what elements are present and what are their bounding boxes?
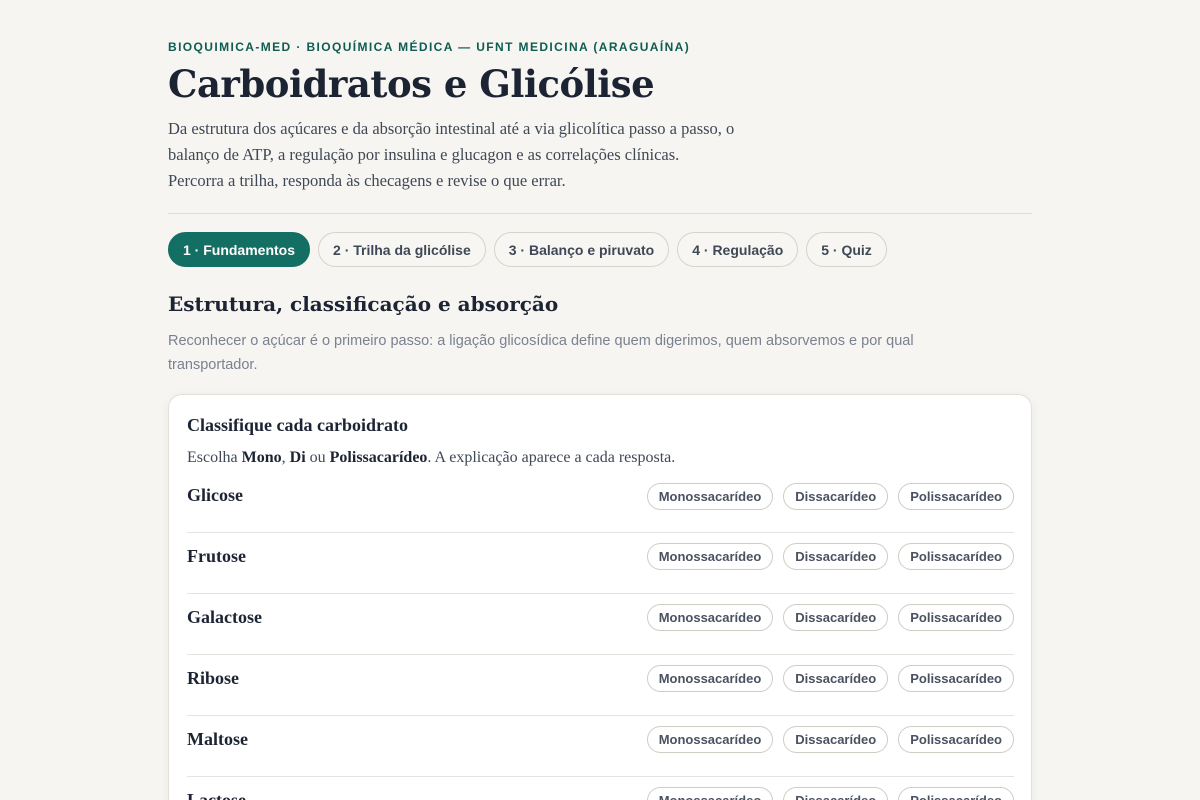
instruction-sep: , xyxy=(281,449,290,466)
polissacarideo-button[interactable]: Polissacarídeo xyxy=(898,665,1014,692)
carbohydrate-row: Lactose Monossacarídeo Dissacarídeo Polissa… xyxy=(187,777,1014,800)
carbohydrate-name: Glicose xyxy=(187,485,243,505)
course-eyebrow: BIOQUIMICA-MED · BIOQUÍMICA MÉDICA — UFN… xyxy=(168,40,691,54)
classification-card: Classifique cada carboidrato Escolha Mon… xyxy=(168,394,1032,800)
monossacarideo-button[interactable]: Monossacarídeo xyxy=(646,726,774,753)
carbohydrate-row: Galactose Monossacarídeo Dissacarídeo Polis… xyxy=(187,594,1014,655)
polissacarideo-button[interactable]: Polissacarídeo xyxy=(898,543,1014,570)
page-title: Carboidratos e Glicólise xyxy=(168,62,655,106)
instruction-prefix: Escolha xyxy=(187,449,242,466)
divider xyxy=(168,213,1032,214)
classification-options: Monossacarídeo Dissacarídeo Polissacarídeo xyxy=(646,483,1014,510)
dissacarideo-button[interactable]: Dissacarídeo xyxy=(783,604,889,631)
carbohydrate-name: Ribose xyxy=(187,668,240,688)
module-tabs: 1 · Fundamentos 2 · Trilha da glicólise … xyxy=(168,232,887,267)
classification-options: Monossacarídeo Dissacarídeo Polissacarídeo xyxy=(646,665,1014,692)
card-instruction: Escolha Mono, Di ou Polissacarídeo. A ex… xyxy=(187,449,675,467)
section-subtitle: Reconhecer o açúcar é o primeiro passo: … xyxy=(168,333,914,373)
instruction-mono: Mono xyxy=(241,449,282,466)
carbohydrate-name: Galactose xyxy=(187,607,262,627)
carbohydrate-row: Glicose Monossacarídeo Dissacarídeo Polissa… xyxy=(187,475,1014,533)
classification-options: Monossacarídeo Dissacarídeo Polissacarídeo xyxy=(646,604,1014,631)
dissacarideo-button[interactable]: Dissacarídeo xyxy=(783,665,889,692)
classification-options: Monossacarídeo Dissacarídeo Polissacarídeo xyxy=(646,787,1014,800)
instruction-di: Di xyxy=(289,449,306,466)
polissacarideo-button[interactable]: Polissacarídeo xyxy=(898,787,1014,800)
page-lead: Da estrutura dos açúcares e da absorção … xyxy=(168,119,735,190)
carbohydrate-row: Ribose Monossacarídeo Dissacarídeo Polissac… xyxy=(187,655,1014,716)
dissacarideo-button[interactable]: Dissacarídeo xyxy=(783,483,889,510)
instruction-poli: Polissacarídeo xyxy=(329,449,428,466)
dissacarideo-button[interactable]: Dissacarídeo xyxy=(783,787,889,800)
dissacarideo-button[interactable]: Dissacarídeo xyxy=(783,543,889,570)
tab-trilha-glicolise[interactable]: 2 · Trilha da glicólise xyxy=(318,232,486,267)
carbohydrate-row: Frutose Monossacarídeo Dissacarídeo Polissa… xyxy=(187,533,1014,594)
polissacarideo-button[interactable]: Polissacarídeo xyxy=(898,483,1014,510)
tab-fundamentos[interactable]: 1 · Fundamentos xyxy=(168,232,311,267)
monossacarideo-button[interactable]: Monossacarídeo xyxy=(646,543,774,570)
tab-balanco-piruvato[interactable]: 3 · Balanço e piruvato xyxy=(493,232,670,267)
monossacarideo-button[interactable]: Monossacarídeo xyxy=(646,483,774,510)
carbohydrate-name: Frutose xyxy=(187,546,246,566)
instruction-suffix: . A explicação aparece a cada resposta. xyxy=(427,449,676,466)
monossacarideo-button[interactable]: Monossacarídeo xyxy=(646,665,774,692)
monossacarideo-button[interactable]: Monossacarídeo xyxy=(646,787,774,800)
monossacarideo-button[interactable]: Monossacarídeo xyxy=(646,604,774,631)
section-title: Estrutura, classificação e absorção xyxy=(168,292,559,316)
carbohydrate-name: Lactose xyxy=(187,790,246,800)
instruction-sep: ou xyxy=(305,449,330,466)
classification-options: Monossacarídeo Dissacarídeo Polissacarídeo xyxy=(646,726,1014,753)
polissacarideo-button[interactable]: Polissacarídeo xyxy=(898,604,1014,631)
tab-regulacao[interactable]: 4 · Regulação xyxy=(677,232,799,267)
carbohydrate-list: Glicose Monossacarídeo Dissacarídeo Polissa… xyxy=(187,475,1014,800)
tab-quiz[interactable]: 5 · Quiz xyxy=(806,232,887,267)
dissacarideo-button[interactable]: Dissacarídeo xyxy=(783,726,889,753)
polissacarideo-button[interactable]: Polissacarídeo xyxy=(898,726,1014,753)
carbohydrate-row: Maltose Monossacarídeo Dissacarídeo Polissa… xyxy=(187,716,1014,777)
classification-options: Monossacarídeo Dissacarídeo Polissacarídeo xyxy=(646,543,1014,570)
carbohydrate-name: Maltose xyxy=(187,729,248,749)
card-title: Classifique cada carboidrato xyxy=(187,415,409,435)
